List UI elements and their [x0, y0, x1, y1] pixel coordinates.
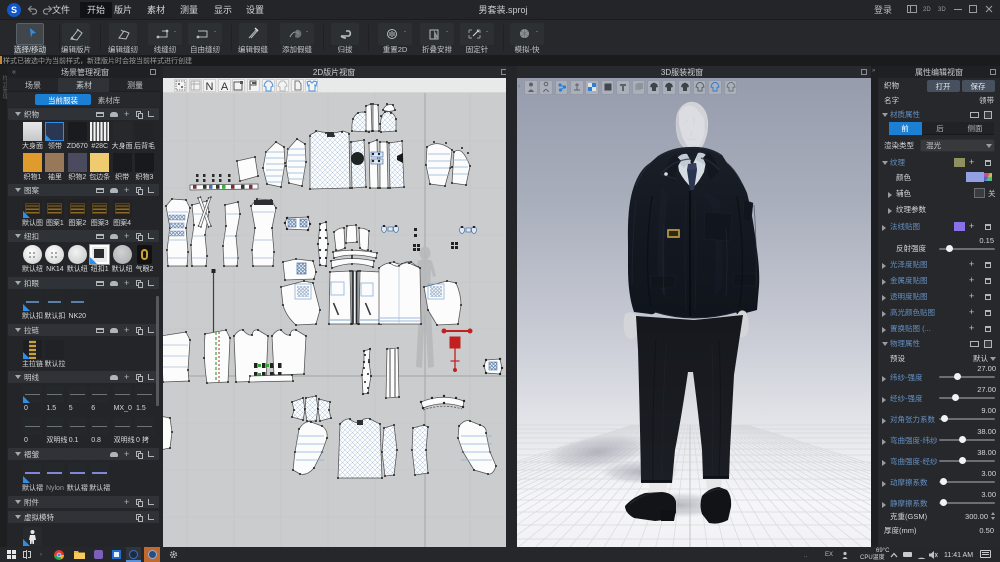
- svg-text:A: A: [221, 81, 229, 92]
- svg-text:N: N: [206, 81, 214, 92]
